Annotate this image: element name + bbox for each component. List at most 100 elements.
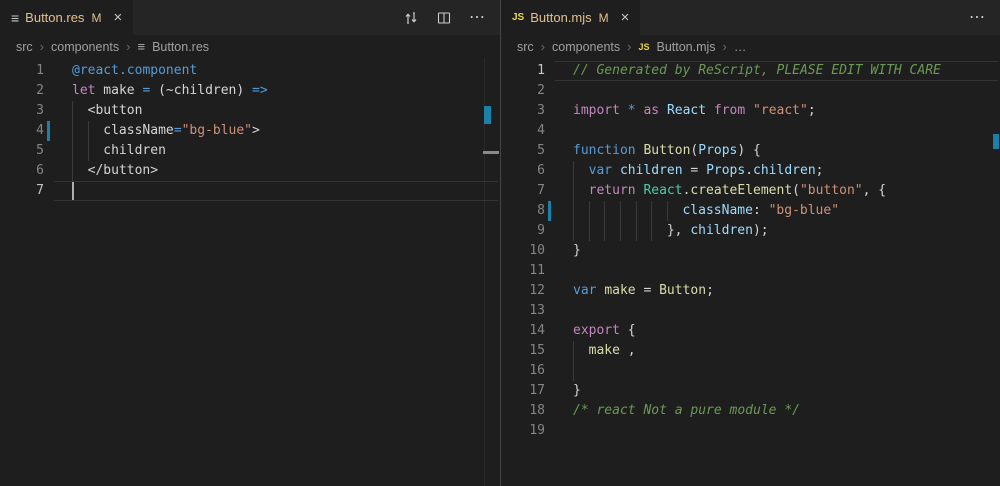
indent-guide (620, 221, 636, 241)
line-number[interactable]: 7 (501, 181, 545, 201)
indent-guide (636, 221, 652, 241)
breadcrumb-item-components[interactable]: components (51, 40, 119, 54)
close-icon[interactable]: × (113, 10, 122, 25)
line-number[interactable]: 15 (501, 341, 545, 361)
line-number[interactable]: 1 (501, 61, 545, 81)
line-number[interactable]: 12 (501, 281, 545, 301)
code-line[interactable]: 1@react.component (0, 61, 500, 81)
line-number[interactable]: 2 (501, 81, 545, 101)
indent-guide (88, 121, 104, 141)
code-line[interactable]: 19 (501, 421, 1000, 441)
line-number[interactable]: 1 (0, 61, 44, 81)
code-line[interactable]: 1// Generated by ReScript, PLEASE EDIT W… (501, 61, 1000, 81)
line-number[interactable]: 4 (501, 121, 545, 141)
file-list-icon: ≡ (137, 39, 145, 54)
editor-pane-right: JS Button.mjs M × ⋯ src › components › J… (500, 0, 1000, 486)
tab-label: Button.res (25, 10, 84, 25)
overview-modified-marker (993, 134, 999, 149)
line-number[interactable]: 4 (0, 121, 44, 141)
more-actions-icon[interactable]: ⋯ (969, 10, 985, 26)
code-line[interactable]: 8className: "bg-blue" (501, 201, 1000, 221)
indent-guide (667, 201, 683, 221)
javascript-file-icon: JS (638, 42, 649, 52)
line-number[interactable]: 9 (501, 221, 545, 241)
line-number[interactable]: 5 (0, 141, 44, 161)
breadcrumb-item-file[interactable]: Button.res (152, 40, 209, 54)
javascript-file-icon: JS (512, 12, 524, 23)
line-number[interactable]: 2 (0, 81, 44, 101)
line-number[interactable]: 6 (0, 161, 44, 181)
code-line[interactable]: 7return React.createElement("button", { (501, 181, 1000, 201)
code-line[interactable]: 16 (501, 361, 1000, 381)
code-line[interactable]: 14export { (501, 321, 1000, 341)
indent-guide (72, 101, 88, 121)
close-icon[interactable]: × (621, 10, 630, 25)
line-number[interactable]: 16 (501, 361, 545, 381)
tab-button-res[interactable]: ≡ Button.res M × (0, 0, 133, 35)
code-line[interactable]: 13 (501, 301, 1000, 321)
code-line[interactable]: 17} (501, 381, 1000, 401)
tab-bar-left: ≡ Button.res M × (0, 0, 500, 35)
breadcrumb-item-src[interactable]: src (517, 40, 534, 54)
code-line[interactable]: 3import * as React from "react"; (501, 101, 1000, 121)
overview-cursor-marker (483, 151, 499, 154)
code-line[interactable]: 2 (501, 81, 1000, 101)
code-line[interactable]: 15make , (501, 341, 1000, 361)
indent-guide (88, 141, 104, 161)
tabbar-empty-space (133, 0, 388, 35)
breadcrumb-item-file[interactable]: Button.mjs (656, 40, 715, 54)
indent-guide (589, 221, 605, 241)
code-line[interactable]: 4className="bg-blue"> (0, 121, 500, 141)
line-number[interactable]: 14 (501, 321, 545, 341)
code-line[interactable]: 6</button> (0, 161, 500, 181)
code-line[interactable]: 4 (501, 121, 1000, 141)
line-number[interactable]: 6 (501, 161, 545, 181)
code-line[interactable]: 7 (0, 181, 500, 201)
indent-guide (620, 201, 636, 221)
code-line[interactable]: 9}, children); (501, 221, 1000, 241)
line-number[interactable]: 8 (501, 201, 545, 221)
code-line[interactable]: 2let make = (~children) => (0, 81, 500, 101)
code-line[interactable]: 12var make = Button; (501, 281, 1000, 301)
code-editor-rescript[interactable]: 1@react.component2let make = (~children)… (0, 58, 500, 486)
text-cursor (72, 182, 74, 200)
code-line[interactable]: 3<button (0, 101, 500, 121)
more-actions-icon[interactable]: ⋯ (469, 10, 485, 26)
indent-guide (573, 221, 589, 241)
line-number[interactable]: 17 (501, 381, 545, 401)
line-number[interactable]: 3 (501, 101, 545, 121)
split-editor-icon[interactable] (436, 10, 452, 26)
tabbar-empty-space (640, 0, 954, 35)
breadcrumb-item-symbol[interactable]: … (734, 40, 747, 54)
line-number[interactable]: 5 (501, 141, 545, 161)
line-number[interactable]: 10 (501, 241, 545, 261)
indent-guide (573, 361, 589, 381)
line-number[interactable]: 7 (0, 181, 44, 201)
breadcrumb-item-src[interactable]: src (16, 40, 33, 54)
indent-guide (573, 181, 589, 201)
tab-button-mjs[interactable]: JS Button.mjs M × (501, 0, 640, 35)
editor-actions: ⋯ (954, 0, 1000, 35)
line-number[interactable]: 13 (501, 301, 545, 321)
code-line[interactable]: 5children (0, 141, 500, 161)
code-editor-javascript[interactable]: 1// Generated by ReScript, PLEASE EDIT W… (501, 58, 1000, 486)
code-line[interactable]: 11 (501, 261, 1000, 281)
git-modified-badge: M (599, 11, 609, 25)
indent-guide (72, 161, 88, 181)
line-number[interactable]: 19 (501, 421, 545, 441)
line-number[interactable]: 3 (0, 101, 44, 121)
code-lines: 1@react.component2let make = (~children)… (0, 61, 500, 201)
open-changes-icon[interactable] (403, 10, 419, 26)
code-line[interactable]: 10} (501, 241, 1000, 261)
indent-guide (589, 201, 605, 221)
indent-guide (573, 161, 589, 181)
code-line[interactable]: 6var children = Props.children; (501, 161, 1000, 181)
breadcrumb-item-components[interactable]: components (552, 40, 620, 54)
code-line[interactable]: 18/* react Not a pure module */ (501, 401, 1000, 421)
line-number[interactable]: 11 (501, 261, 545, 281)
line-number[interactable]: 18 (501, 401, 545, 421)
editor-actions: ⋯ (388, 0, 500, 35)
chevron-right-icon: › (723, 39, 727, 54)
indent-guide (72, 121, 88, 141)
code-line[interactable]: 5function Button(Props) { (501, 141, 1000, 161)
